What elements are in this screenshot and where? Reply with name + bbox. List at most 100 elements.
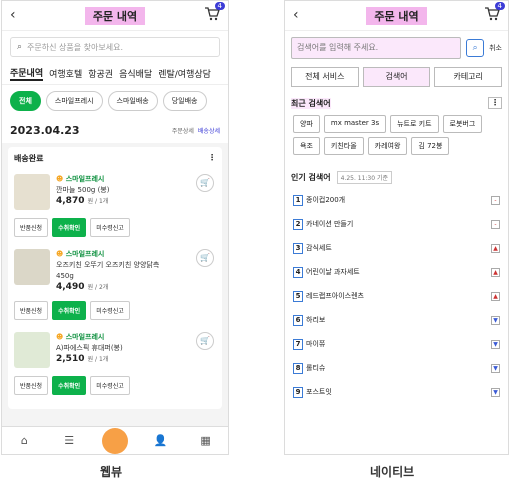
tab-keywords[interactable]: 검색어 bbox=[362, 67, 431, 87]
popular-list: 1 종이컵200개 - 2 카네이션 만들기 - 3 감식세트 ▲ 4 어린이날 과자세트 ▲ … bbox=[285, 188, 508, 404]
search-input[interactable]: 검색어를 입력해 주세요. bbox=[291, 37, 462, 59]
add-cart-icon[interactable]: 🛒 bbox=[196, 174, 214, 192]
product-name[interactable]: A)파에스픽 휴대퍼(봉) bbox=[56, 343, 123, 354]
smile-home-icon[interactable] bbox=[101, 427, 128, 454]
recent-keyword[interactable]: 로봇버그 bbox=[442, 115, 483, 133]
product-image[interactable] bbox=[14, 332, 50, 368]
popular-item[interactable]: 4 어린이날 과자세트 ▲ bbox=[285, 260, 508, 284]
rank-number: 6 bbox=[293, 314, 303, 326]
more-icon[interactable]: ⋮ bbox=[488, 97, 502, 109]
delivery-status[interactable]: 배송완료 bbox=[14, 153, 43, 164]
rank-term: 하리보 bbox=[306, 316, 326, 324]
chip-smile-delivery[interactable]: 스마일배송 bbox=[107, 91, 158, 111]
product-qty: 원 / 1개 bbox=[87, 198, 109, 205]
tab-travel[interactable]: 여행호텔 bbox=[49, 67, 82, 80]
add-cart-icon[interactable]: 🛒 bbox=[196, 332, 214, 350]
filter-chips: 전체 스마일프레시 스마일배송 당일배송 bbox=[2, 85, 228, 117]
back-arrow-icon[interactable]: ‹ bbox=[293, 7, 299, 23]
recent-keyword[interactable]: 양파 bbox=[293, 115, 320, 133]
back-arrow-icon[interactable]: ‹ bbox=[10, 7, 16, 23]
order-section: 배송완료 ⋮ 스마일프레시 깐마늘 500g (봉) 4,870 원 / 1개 🛒… bbox=[2, 143, 228, 443]
add-cart-icon[interactable]: 🛒 bbox=[196, 249, 214, 267]
trend-icon: ▼ bbox=[491, 387, 500, 397]
product-image[interactable] bbox=[14, 249, 50, 285]
cart-badge: 4 bbox=[214, 2, 225, 10]
return-button[interactable]: 반품신청 bbox=[14, 376, 49, 395]
order-detail-link[interactable]: 주문상세 bbox=[172, 128, 194, 135]
my-page-icon[interactable]: 👤 bbox=[149, 434, 173, 447]
webview-screen: ‹ 주문 내역 4 ⌕ 주문하신 상품을 찾아보세요. 주문내역 여행호텔 항공… bbox=[1, 0, 229, 455]
more-icon[interactable]: ⋮ bbox=[208, 153, 216, 164]
delivery-detail-link[interactable]: 배송상세 bbox=[198, 128, 220, 135]
rank-term: 마이쮸 bbox=[306, 340, 326, 348]
search-icon[interactable]: ⌕ bbox=[466, 39, 485, 57]
tab-rental[interactable]: 렌탈/여행상담 bbox=[158, 67, 211, 80]
chip-all[interactable]: 전체 bbox=[10, 91, 41, 111]
rank-term: 감식세트 bbox=[306, 244, 332, 252]
chip-smile-fresh[interactable]: 스마일프레시 bbox=[45, 91, 103, 111]
rank-term: 롤티슈 bbox=[306, 364, 326, 372]
native-screen: ‹ 주문 내역 4 검색어를 입력해 주세요. ⌕ 취소 전체 서비스 검색어 … bbox=[284, 0, 509, 455]
recent-keyword[interactable]: 키친타올 bbox=[323, 137, 364, 155]
chip-same-day[interactable]: 당일배송 bbox=[162, 91, 207, 111]
popular-item[interactable]: 5 레드랩프아이스렌츠 ▲ bbox=[285, 284, 508, 308]
cancel-button[interactable]: 취소 bbox=[489, 43, 502, 53]
header: ‹ 주문 내역 4 bbox=[2, 1, 228, 31]
recent-keyword[interactable]: mx master 3s bbox=[323, 115, 387, 133]
popular-item[interactable]: 6 하리보 ▼ bbox=[285, 308, 508, 332]
tab-all-services[interactable]: 전체 서비스 bbox=[291, 67, 359, 87]
product-qty: 원 / 1개 bbox=[87, 356, 109, 363]
trend-icon: ▲ bbox=[491, 243, 500, 253]
tab-flight[interactable]: 항공권 bbox=[88, 67, 113, 80]
trend-icon: ▼ bbox=[491, 315, 500, 325]
trend-icon: ▲ bbox=[491, 291, 500, 301]
cart-badge: 4 bbox=[494, 2, 505, 10]
confirm-receipt-button[interactable]: 수취확인 bbox=[52, 218, 87, 237]
not-received-button[interactable]: 미수령신고 bbox=[90, 376, 130, 395]
header: ‹ 주문 내역 4 bbox=[285, 1, 508, 31]
popular-item[interactable]: 7 마이쮸 ▼ bbox=[285, 332, 508, 356]
popular-item[interactable]: 1 종이컵200개 - bbox=[285, 188, 508, 212]
recent-keyword[interactable]: 카레여왕 bbox=[367, 137, 408, 155]
order-card: 배송완료 ⋮ 스마일프레시 깐마늘 500g (봉) 4,870 원 / 1개 🛒… bbox=[8, 147, 222, 409]
rank-number: 4 bbox=[293, 266, 303, 278]
product-name[interactable]: 오즈키친 오뚜기 오즈키친 양양닭측 450g bbox=[56, 260, 176, 282]
category-search-icon[interactable]: ☰ bbox=[57, 434, 81, 447]
seller-label: 스마일프레시 bbox=[56, 332, 123, 343]
product-image[interactable] bbox=[14, 174, 50, 210]
rank-number: 7 bbox=[293, 338, 303, 350]
list-item: 스마일프레시 깐마늘 500g (봉) 4,870 원 / 1개 🛒 bbox=[14, 170, 216, 216]
rank-term: 어린이날 과자세트 bbox=[306, 268, 360, 276]
not-received-button[interactable]: 미수령신고 bbox=[90, 301, 130, 320]
search-bar: 검색어를 입력해 주세요. ⌕ 취소 bbox=[285, 31, 508, 65]
popular-item[interactable]: 2 카네이션 만들기 - bbox=[285, 212, 508, 236]
rank-number: 2 bbox=[293, 218, 303, 230]
rank-number: 8 bbox=[293, 362, 303, 374]
popular-item[interactable]: 9 포스트잇 ▼ bbox=[285, 380, 508, 404]
return-button[interactable]: 반품신청 bbox=[14, 218, 49, 237]
recent-view-icon[interactable]: ▦ bbox=[194, 434, 218, 447]
page-title: 주문 내역 bbox=[366, 6, 427, 25]
bottom-nav: ⌂ ☰ 👤 ▦ bbox=[2, 426, 228, 454]
home-icon[interactable]: ⌂ bbox=[12, 434, 36, 447]
webview-caption: 웹뷰 bbox=[100, 465, 123, 479]
popular-item[interactable]: 3 감식세트 ▲ bbox=[285, 236, 508, 260]
trend-icon: ▼ bbox=[491, 339, 500, 349]
page-title: 주문 내역 bbox=[84, 6, 146, 25]
tab-orders[interactable]: 주문내역 bbox=[10, 66, 44, 81]
search-input[interactable]: ⌕ 주문하신 상품을 찾아보세요. bbox=[10, 37, 220, 57]
tab-category[interactable]: 카테고리 bbox=[434, 67, 503, 87]
confirm-receipt-button[interactable]: 수취확인 bbox=[52, 376, 87, 395]
cart-icon[interactable]: 4 bbox=[204, 2, 225, 22]
recent-keyword[interactable]: 김 72봉 bbox=[411, 137, 450, 155]
not-received-button[interactable]: 미수령신고 bbox=[90, 218, 130, 237]
product-name[interactable]: 깐마늘 500g (봉) bbox=[56, 185, 109, 196]
confirm-receipt-button[interactable]: 수취확인 bbox=[52, 301, 87, 320]
cart-icon[interactable]: 4 bbox=[484, 2, 505, 22]
recent-keyword[interactable]: 뉴트로 키트 bbox=[390, 115, 439, 133]
popular-item[interactable]: 8 롤티슈 ▼ bbox=[285, 356, 508, 380]
return-button[interactable]: 반품신청 bbox=[14, 301, 49, 320]
tab-food[interactable]: 음식배달 bbox=[119, 67, 152, 80]
rank-term: 카네이션 만들기 bbox=[306, 220, 354, 228]
recent-keyword[interactable]: 욕조 bbox=[293, 137, 320, 155]
